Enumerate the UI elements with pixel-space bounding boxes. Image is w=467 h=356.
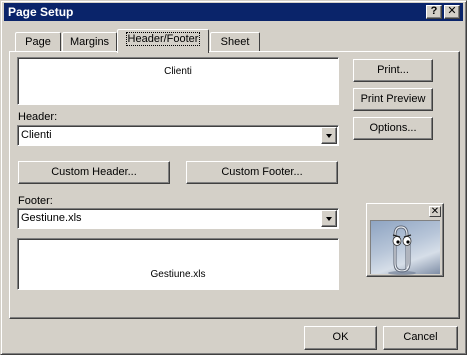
assistant-close-icon[interactable]: ✕ xyxy=(429,206,441,217)
header-label: Header: xyxy=(18,111,58,123)
footer-dropdown-value: Gestiune.xls xyxy=(21,212,82,224)
paperclip-assistant-icon[interactable] xyxy=(370,220,440,275)
options-button[interactable]: Options... xyxy=(353,117,433,140)
footer-label: Footer: xyxy=(18,195,53,207)
ok-button[interactable]: OK xyxy=(304,326,377,350)
office-assistant-window[interactable]: ✕ xyxy=(366,203,444,277)
print-button[interactable]: Print... xyxy=(353,59,433,82)
custom-footer-button[interactable]: Custom Footer... xyxy=(186,161,338,184)
print-preview-button[interactable]: Print Preview xyxy=(353,88,433,111)
header-dropdown-value: Clienti xyxy=(21,129,52,141)
cancel-button[interactable]: Cancel xyxy=(383,326,458,350)
footer-preview-text: Gestiune.xls xyxy=(150,269,206,280)
footer-dropdown-arrow-icon[interactable] xyxy=(321,210,337,227)
page-setup-dialog: Page Setup ? ✕ Page Margins Header/Foote… xyxy=(0,0,467,355)
custom-header-button[interactable]: Custom Header... xyxy=(18,161,170,184)
header-dropdown[interactable]: Clienti xyxy=(17,125,339,146)
header-preview-text: Clienti xyxy=(164,66,192,77)
header-dropdown-arrow-icon[interactable] xyxy=(321,127,337,144)
footer-preview: Gestiune.xls xyxy=(17,238,339,290)
footer-dropdown[interactable]: Gestiune.xls xyxy=(17,208,339,229)
header-preview: Clienti xyxy=(17,57,339,105)
